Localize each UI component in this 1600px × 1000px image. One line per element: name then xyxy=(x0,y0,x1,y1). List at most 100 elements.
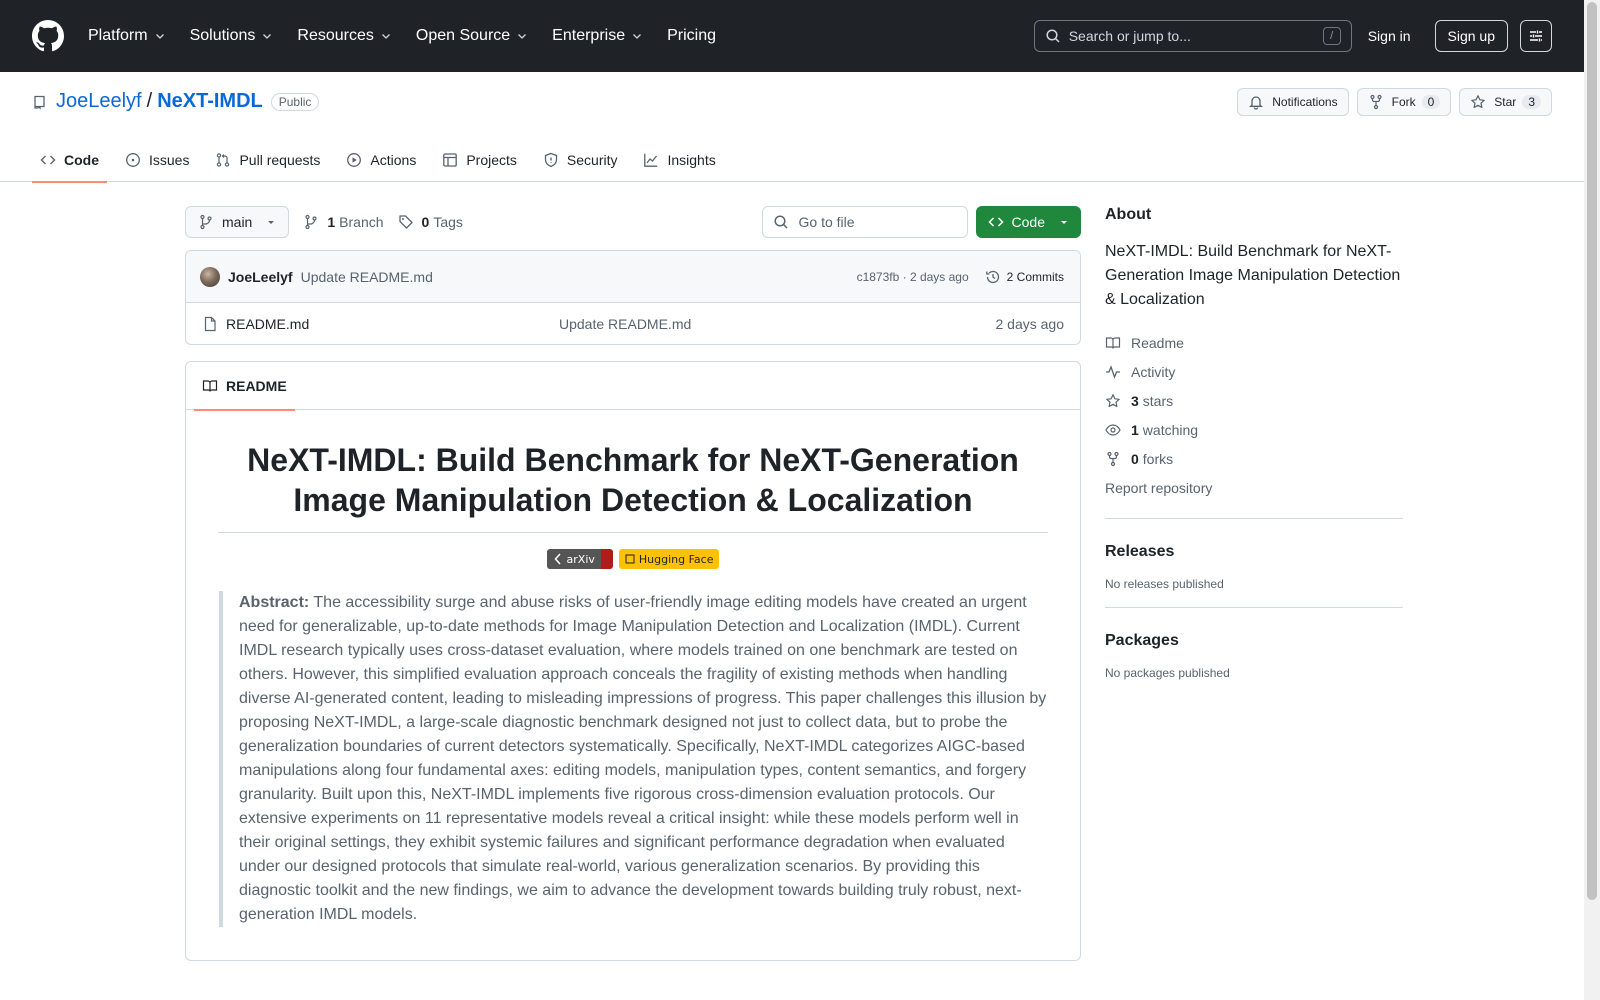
nav-label: Resources xyxy=(297,27,374,44)
readme-tabbar: README xyxy=(186,362,1080,411)
readme-link[interactable]: Readme xyxy=(1105,328,1403,357)
hugging-face-badge[interactable]: Hugging Face xyxy=(618,549,720,569)
go-to-file-placeholder: Go to file xyxy=(798,214,855,230)
branch-selector[interactable]: main xyxy=(185,206,290,238)
go-to-file-input[interactable]: Go to file xyxy=(761,206,968,238)
file-name-link[interactable]: README.md xyxy=(226,316,559,332)
book-icon xyxy=(1105,336,1121,349)
repo-name-link[interactable]: NeXT-IMDL xyxy=(157,90,263,113)
bell-icon xyxy=(1249,96,1264,110)
releases-heading[interactable]: Releases xyxy=(1105,543,1403,561)
arxiv-badge-accent xyxy=(600,549,613,569)
code-dropdown-button[interactable]: Code xyxy=(975,206,1081,238)
tab-readme[interactable]: README xyxy=(194,362,295,411)
global-header: Platform Solutions Resources Open Source… xyxy=(0,0,1584,72)
tab-security[interactable]: Security xyxy=(535,138,626,182)
star-icon xyxy=(1106,393,1120,407)
nav-label: Solutions xyxy=(189,27,256,44)
nav-label: Platform xyxy=(88,27,148,44)
chevron-down-icon xyxy=(518,34,527,39)
sign-in-link[interactable]: Sign in xyxy=(1368,28,1411,44)
commit-meta[interactable]: c1873fb · 2 days ago xyxy=(857,270,969,284)
github-logo-icon[interactable] xyxy=(32,20,64,52)
search-shortcut-key: / xyxy=(1322,27,1341,45)
repo-owner-link[interactable]: JoeLeelyf xyxy=(56,90,142,113)
pull-request-icon xyxy=(217,153,230,167)
tab-projects[interactable]: Projects xyxy=(434,138,525,182)
fork-label: Fork xyxy=(1391,95,1416,109)
tab-label: Projects xyxy=(466,152,517,168)
nav-platform[interactable]: Platform xyxy=(88,27,166,45)
watching-label: watching xyxy=(1142,421,1199,438)
chevron-down-icon xyxy=(381,34,390,39)
arxiv-badge[interactable]: arXiv xyxy=(546,549,613,569)
activity-link[interactable]: Activity xyxy=(1105,357,1403,386)
header-menu-button[interactable] xyxy=(1520,20,1552,52)
file-toolbar: main 1 Branch 0 Tags Go to file Code xyxy=(185,206,1081,238)
shield-icon xyxy=(544,152,558,168)
code-icon xyxy=(987,217,1004,227)
tab-insights[interactable]: Insights xyxy=(635,138,723,182)
scrollbar-thumb[interactable] xyxy=(1587,2,1597,900)
notifications-label: Notifications xyxy=(1272,95,1338,109)
watching-link[interactable]: 1 watching xyxy=(1105,415,1403,444)
tab-issues[interactable]: Issues xyxy=(117,138,197,182)
tab-actions[interactable]: Actions xyxy=(338,138,424,182)
issue-icon xyxy=(126,153,140,167)
fork-icon xyxy=(1107,451,1119,466)
nav-solutions[interactable]: Solutions xyxy=(190,27,274,45)
notifications-button[interactable]: Notifications xyxy=(1237,88,1349,116)
arxiv-badge-label: arXiv xyxy=(546,549,601,569)
hugging-face-badge-text: Hugging Face xyxy=(638,552,714,566)
table-row: README.md Update README.md 2 days ago xyxy=(186,303,1080,344)
tag-icon xyxy=(398,215,413,229)
watching-count: 1 xyxy=(1131,421,1139,438)
nav-open-source[interactable]: Open Source xyxy=(416,27,528,45)
tab-pull-requests[interactable]: Pull requests xyxy=(207,138,328,182)
eye-icon xyxy=(1105,423,1121,436)
repo-separator: / xyxy=(146,90,153,112)
page-scrollbar[interactable] xyxy=(1584,0,1600,1000)
table-icon xyxy=(443,153,458,167)
activity-link-label: Activity xyxy=(1131,363,1176,380)
forks-count: 0 xyxy=(1131,450,1139,467)
history-icon xyxy=(985,270,999,283)
file-commit-link[interactable]: Update README.md xyxy=(559,316,691,332)
repo-sidebar: About NeXT-IMDL: Build Benchmark for NeX… xyxy=(1105,206,1403,680)
search-icon xyxy=(1046,29,1060,43)
global-nav: Platform Solutions Resources Open Source… xyxy=(88,27,740,45)
fork-button[interactable]: Fork 0 xyxy=(1356,88,1452,116)
star-button[interactable]: Star 3 xyxy=(1459,88,1552,116)
tab-label: Actions xyxy=(370,152,417,168)
commit-author-link[interactable]: JoeLeelyf xyxy=(228,269,293,285)
branches-link[interactable]: 1 Branch xyxy=(303,214,384,230)
commit-message-link[interactable]: Update README.md xyxy=(301,269,433,285)
about-heading: About xyxy=(1105,206,1152,223)
branch-name: main xyxy=(222,214,253,230)
tab-label: Code xyxy=(64,152,99,168)
avatar[interactable] xyxy=(200,266,220,287)
nav-resources[interactable]: Resources xyxy=(297,27,391,45)
global-search-input[interactable]: Search or jump to... / xyxy=(1033,20,1352,52)
commits-count-label: 2 Commits xyxy=(1006,269,1064,284)
packages-heading[interactable]: Packages xyxy=(1105,632,1403,650)
stars-link[interactable]: 3 stars xyxy=(1105,386,1403,415)
nav-enterprise[interactable]: Enterprise xyxy=(552,27,643,45)
caret-down-icon xyxy=(268,221,275,224)
tab-code[interactable]: Code xyxy=(32,138,107,183)
header-actions: Search or jump to... / Sign in Sign up xyxy=(1033,20,1552,52)
sign-up-button[interactable]: Sign up xyxy=(1434,20,1508,52)
forks-link[interactable]: 0 forks xyxy=(1105,444,1403,473)
readme-panel: README NeXT-IMDL: Build Benchmark for Ne… xyxy=(185,361,1081,961)
repo-header: JoeLeelyf / NeXT-IMDL Public Notificatio… xyxy=(0,72,1584,183)
code-button-label: Code xyxy=(1011,214,1045,230)
caret-down-icon xyxy=(1061,221,1067,224)
repo-title: JoeLeelyf / NeXT-IMDL Public xyxy=(32,90,320,113)
stars-label: stars xyxy=(1142,392,1174,409)
tab-label: Insights xyxy=(667,152,716,168)
commits-history-link[interactable]: 2 Commits xyxy=(985,269,1064,285)
report-repository-link[interactable]: Report repository xyxy=(1105,473,1403,502)
tags-link[interactable]: 0 Tags xyxy=(398,214,463,230)
repo-tabs: Code Issues Pull requests Actions Projec… xyxy=(32,138,734,183)
nav-pricing[interactable]: Pricing xyxy=(667,27,716,45)
